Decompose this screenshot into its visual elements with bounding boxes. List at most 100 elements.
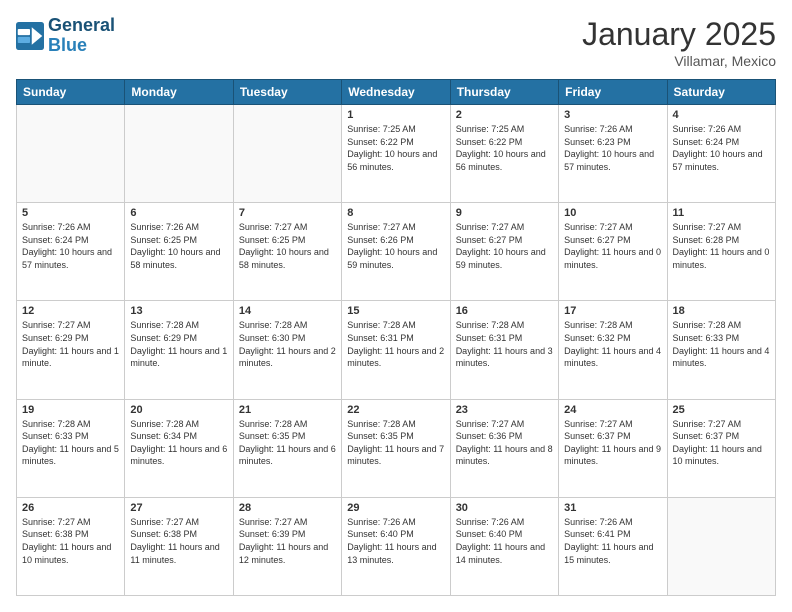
day-info: Sunrise: 7:27 AM Sunset: 6:37 PM Dayligh…: [564, 418, 661, 468]
day-number: 20: [130, 404, 227, 416]
weekday-header-saturday: Saturday: [667, 80, 775, 105]
day-number: 15: [347, 305, 444, 317]
day-cell: 3 Sunrise: 7:26 AM Sunset: 6:23 PM Daylig…: [559, 105, 667, 203]
day-cell: 8Sunrise: 7:27 AM Sunset: 6:26 PM Daylig…: [342, 203, 450, 301]
day-number: 26: [22, 502, 119, 514]
day-number: 12: [22, 305, 119, 317]
day-cell: 12 Sunrise: 7:27 AM Sunset: 6:29 PM Dayli…: [17, 301, 125, 399]
calendar: SundayMondayTuesdayWednesdayThursdayFrid…: [16, 79, 776, 596]
weekday-header-row: SundayMondayTuesdayWednesdayThursdayFrid…: [17, 80, 776, 105]
day-info: Sunrise: 7:27 AM Sunset: 6:38 PM Dayligh…: [22, 516, 119, 566]
weekday-header-tuesday: Tuesday: [233, 80, 341, 105]
day-cell: [125, 105, 233, 203]
day-cell: 15Sunrise: 7:28 AM Sunset: 6:31 PM Dayli…: [342, 301, 450, 399]
day-number: 11: [673, 207, 770, 219]
day-number: 22: [347, 404, 444, 416]
weekday-header-monday: Monday: [125, 80, 233, 105]
day-cell: 21 Sunrise: 7:28 AM Sunset: 6:35 PM Dayli…: [233, 399, 341, 497]
day-cell: [17, 105, 125, 203]
location-subtitle: Villamar, Mexico: [582, 53, 776, 69]
day-number: 8: [347, 207, 444, 219]
day-number: 13: [130, 305, 227, 317]
day-info: Sunrise: 7:27 AM Sunset: 6:28 PM Dayligh…: [673, 221, 770, 271]
day-info: Sunrise: 7:28 AM Sunset: 6:33 PM Dayligh…: [22, 418, 119, 468]
logo-icon: [16, 22, 44, 50]
day-cell: 20 Sunrise: 7:28 AM Sunset: 6:34 PM Dayli…: [125, 399, 233, 497]
day-cell: 10Sunrise: 7:27 AM Sunset: 6:27 PM Dayli…: [559, 203, 667, 301]
day-cell: 30 Sunrise: 7:26 AM Sunset: 6:40 PM Dayli…: [450, 497, 558, 595]
day-info: Sunrise: 7:27 AM Sunset: 6:39 PM Dayligh…: [239, 516, 336, 566]
day-info: Sunrise: 7:25 AM Sunset: 6:22 PM Dayligh…: [456, 123, 553, 173]
day-cell: 24Sunrise: 7:27 AM Sunset: 6:37 PM Dayli…: [559, 399, 667, 497]
day-number: 6: [130, 207, 227, 219]
day-cell: 7 Sunrise: 7:27 AM Sunset: 6:25 PM Daylig…: [233, 203, 341, 301]
month-title: January 2025: [582, 16, 776, 53]
day-number: 29: [347, 502, 444, 514]
day-info: Sunrise: 7:28 AM Sunset: 6:34 PM Dayligh…: [130, 418, 227, 468]
day-number: 2: [456, 109, 553, 121]
day-info: Sunrise: 7:28 AM Sunset: 6:33 PM Dayligh…: [673, 319, 770, 369]
day-info: Sunrise: 7:26 AM Sunset: 6:23 PM Dayligh…: [564, 123, 661, 173]
week-row-4: 19 Sunrise: 7:28 AM Sunset: 6:33 PM Dayli…: [17, 399, 776, 497]
day-info: Sunrise: 7:28 AM Sunset: 6:35 PM Dayligh…: [239, 418, 336, 468]
day-number: 19: [22, 404, 119, 416]
day-cell: 25Sunrise: 7:27 AM Sunset: 6:37 PM Dayli…: [667, 399, 775, 497]
day-number: 21: [239, 404, 336, 416]
day-number: 28: [239, 502, 336, 514]
page: General Blue January 2025 Villamar, Mexi…: [0, 0, 792, 612]
day-info: Sunrise: 7:28 AM Sunset: 6:32 PM Dayligh…: [564, 319, 661, 369]
day-cell: [233, 105, 341, 203]
day-info: Sunrise: 7:28 AM Sunset: 6:29 PM Dayligh…: [130, 319, 227, 369]
day-cell: 18 Sunrise: 7:28 AM Sunset: 6:33 PM Dayli…: [667, 301, 775, 399]
day-cell: 22 Sunrise: 7:28 AM Sunset: 6:35 PM Dayli…: [342, 399, 450, 497]
day-cell: 16Sunrise: 7:28 AM Sunset: 6:31 PM Dayli…: [450, 301, 558, 399]
day-number: 7: [239, 207, 336, 219]
day-cell: 4 Sunrise: 7:26 AM Sunset: 6:24 PM Daylig…: [667, 105, 775, 203]
day-number: 23: [456, 404, 553, 416]
day-info: Sunrise: 7:28 AM Sunset: 6:35 PM Dayligh…: [347, 418, 444, 468]
day-number: 3: [564, 109, 661, 121]
day-cell: 17 Sunrise: 7:28 AM Sunset: 6:32 PM Dayli…: [559, 301, 667, 399]
day-info: Sunrise: 7:26 AM Sunset: 6:40 PM Dayligh…: [456, 516, 553, 566]
day-number: 30: [456, 502, 553, 514]
day-info: Sunrise: 7:26 AM Sunset: 6:24 PM Dayligh…: [22, 221, 119, 271]
day-cell: 5 Sunrise: 7:26 AM Sunset: 6:24 PM Daylig…: [17, 203, 125, 301]
day-cell: [667, 497, 775, 595]
day-info: Sunrise: 7:27 AM Sunset: 6:25 PM Dayligh…: [239, 221, 336, 271]
day-number: 18: [673, 305, 770, 317]
day-cell: 9 Sunrise: 7:27 AM Sunset: 6:27 PM Daylig…: [450, 203, 558, 301]
day-info: Sunrise: 7:26 AM Sunset: 6:40 PM Dayligh…: [347, 516, 444, 566]
week-row-1: 1 Sunrise: 7:25 AM Sunset: 6:22 PM Daylig…: [17, 105, 776, 203]
day-info: Sunrise: 7:26 AM Sunset: 6:25 PM Dayligh…: [130, 221, 227, 271]
weekday-header-friday: Friday: [559, 80, 667, 105]
day-cell: 29 Sunrise: 7:26 AM Sunset: 6:40 PM Dayli…: [342, 497, 450, 595]
day-number: 1: [347, 109, 444, 121]
day-info: Sunrise: 7:28 AM Sunset: 6:31 PM Dayligh…: [456, 319, 553, 369]
day-cell: 23 Sunrise: 7:27 AM Sunset: 6:36 PM Dayli…: [450, 399, 558, 497]
day-info: Sunrise: 7:27 AM Sunset: 6:27 PM Dayligh…: [564, 221, 661, 271]
day-cell: 19 Sunrise: 7:28 AM Sunset: 6:33 PM Dayli…: [17, 399, 125, 497]
day-number: 25: [673, 404, 770, 416]
day-info: Sunrise: 7:26 AM Sunset: 6:24 PM Dayligh…: [673, 123, 770, 173]
logo-line1: General: [48, 16, 115, 36]
day-cell: 11 Sunrise: 7:27 AM Sunset: 6:28 PM Dayli…: [667, 203, 775, 301]
day-cell: 28 Sunrise: 7:27 AM Sunset: 6:39 PM Dayli…: [233, 497, 341, 595]
day-number: 9: [456, 207, 553, 219]
day-cell: 26 Sunrise: 7:27 AM Sunset: 6:38 PM Dayli…: [17, 497, 125, 595]
day-cell: 14 Sunrise: 7:28 AM Sunset: 6:30 PM Dayli…: [233, 301, 341, 399]
day-info: Sunrise: 7:28 AM Sunset: 6:30 PM Dayligh…: [239, 319, 336, 369]
day-info: Sunrise: 7:27 AM Sunset: 6:36 PM Dayligh…: [456, 418, 553, 468]
day-number: 4: [673, 109, 770, 121]
day-info: Sunrise: 7:27 AM Sunset: 6:29 PM Dayligh…: [22, 319, 119, 369]
day-cell: 1Sunrise: 7:25 AM Sunset: 6:22 PM Daylig…: [342, 105, 450, 203]
day-info: Sunrise: 7:26 AM Sunset: 6:41 PM Dayligh…: [564, 516, 661, 566]
day-number: 17: [564, 305, 661, 317]
weekday-header-thursday: Thursday: [450, 80, 558, 105]
day-cell: 13 Sunrise: 7:28 AM Sunset: 6:29 PM Dayli…: [125, 301, 233, 399]
day-number: 14: [239, 305, 336, 317]
day-number: 5: [22, 207, 119, 219]
logo-line2: Blue: [48, 35, 87, 55]
title-block: January 2025 Villamar, Mexico: [582, 16, 776, 69]
day-info: Sunrise: 7:27 AM Sunset: 6:27 PM Dayligh…: [456, 221, 553, 271]
week-row-3: 12 Sunrise: 7:27 AM Sunset: 6:29 PM Dayli…: [17, 301, 776, 399]
